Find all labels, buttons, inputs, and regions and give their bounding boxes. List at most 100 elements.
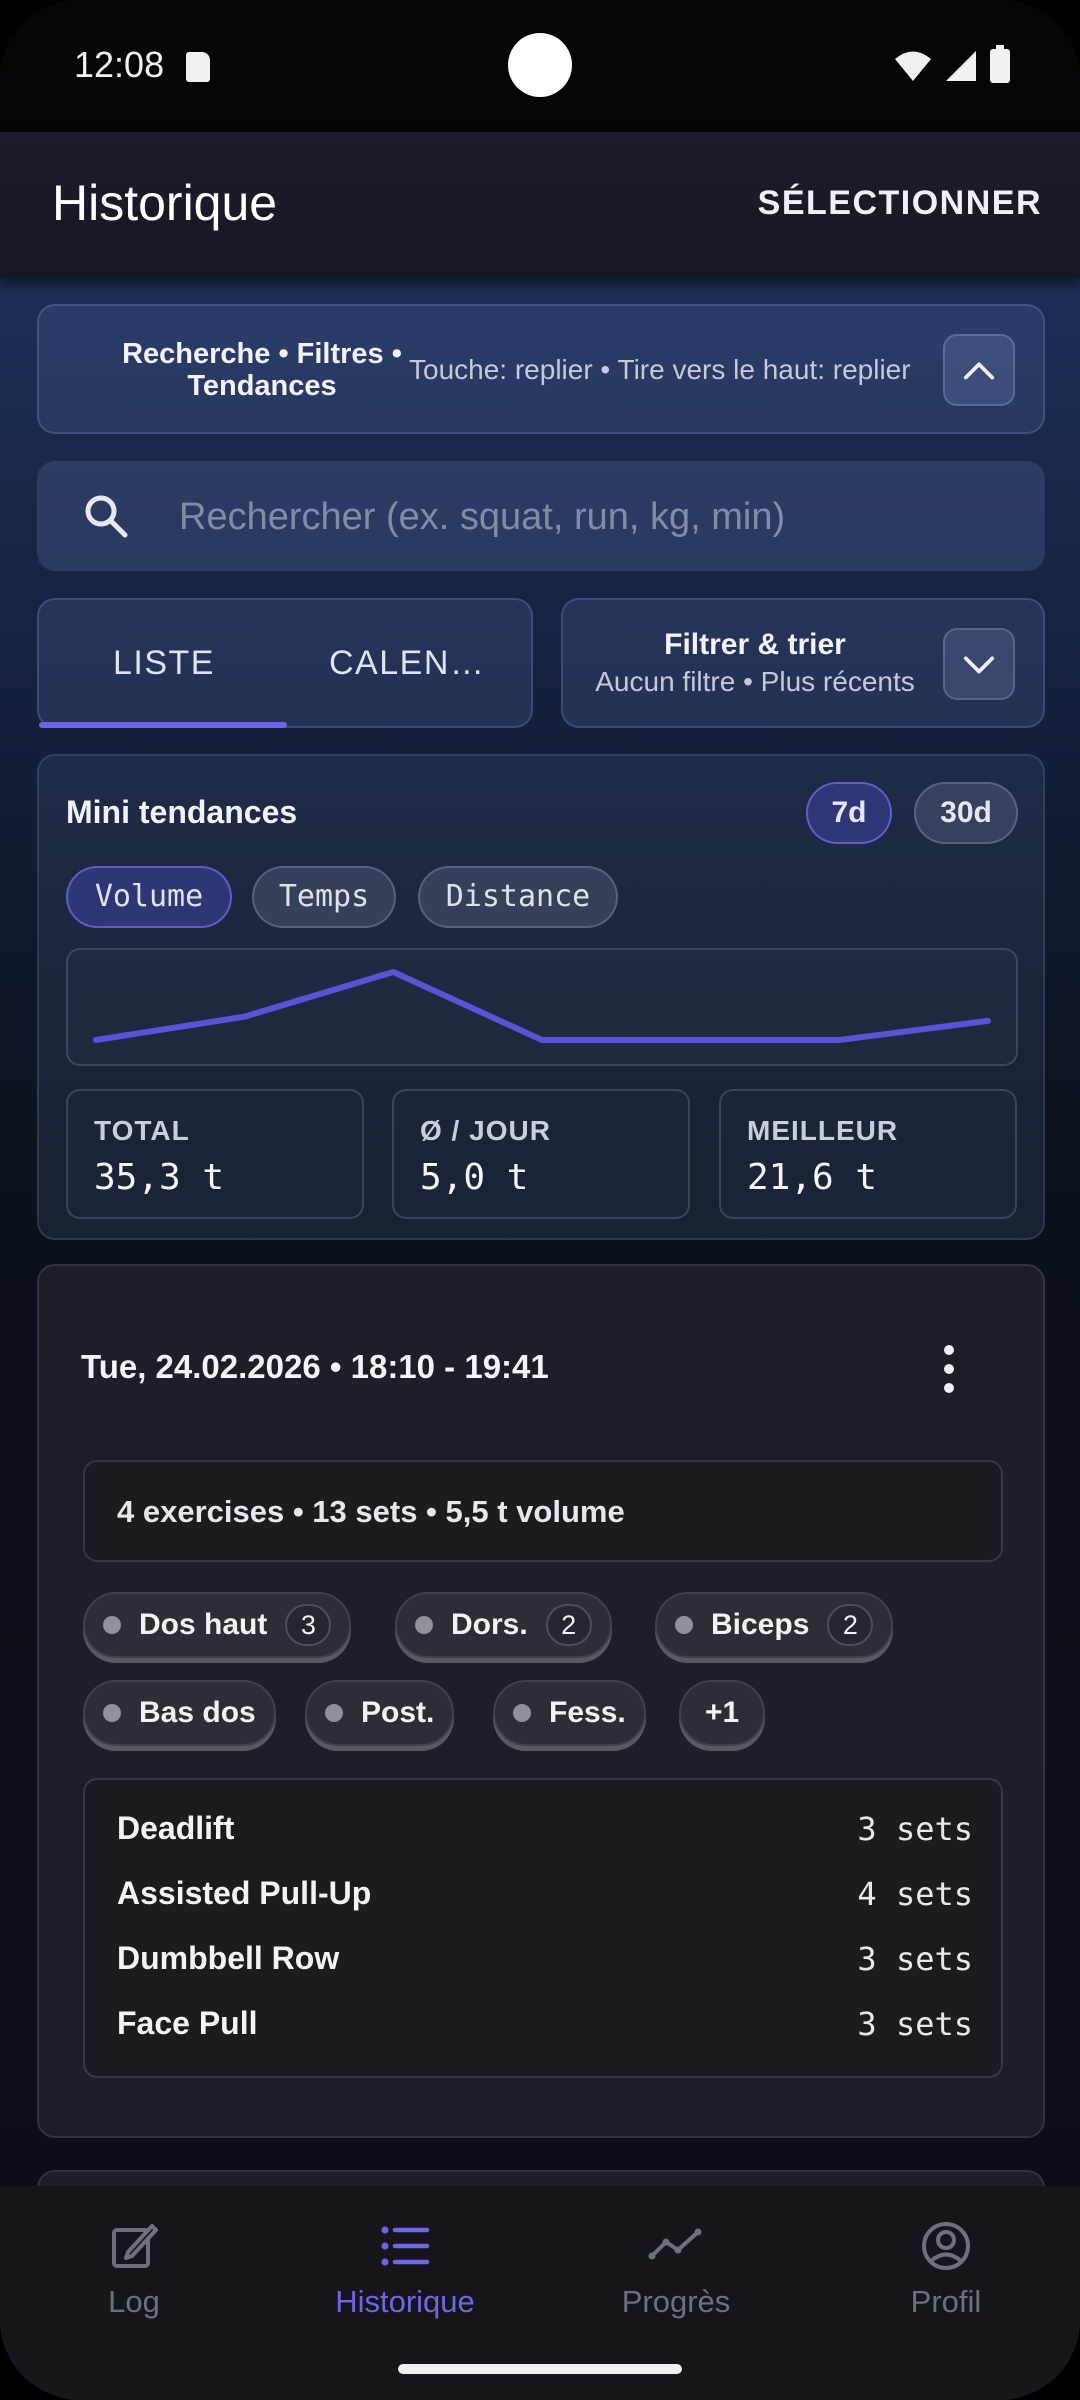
exercise-list: Deadlift 3 sets Assisted Pull-Up 4 sets … bbox=[83, 1778, 1003, 2078]
filter-summary: Aucun filtre • Plus récents bbox=[595, 666, 915, 697]
chip-count: 2 bbox=[545, 1604, 592, 1646]
muscle-chip-lower-back[interactable]: Bas dos bbox=[83, 1680, 276, 1746]
exercise-sets: 3 sets bbox=[857, 1810, 973, 1848]
chip-count: 3 bbox=[285, 1604, 332, 1646]
status-time: 12:08 bbox=[74, 44, 165, 85]
workout-summary: 4 exercises • 13 sets • 5,5 t volume bbox=[83, 1460, 1003, 1562]
list-item: Face Pull 3 sets bbox=[117, 2005, 973, 2055]
page-title: Historique bbox=[52, 175, 278, 231]
edit-icon bbox=[112, 2224, 158, 2268]
chip-dot bbox=[415, 1616, 433, 1634]
phone-screen: 12:08 Historique SÉLECTIONNER Recherche … bbox=[0, 0, 1080, 2400]
collapse-toggle-button[interactable] bbox=[943, 334, 1015, 406]
chip-label: Post. bbox=[361, 1696, 435, 1729]
stat-total-value: 35,3 t bbox=[94, 1157, 225, 1198]
chip-label: Dors. bbox=[451, 1608, 528, 1641]
trends-title: Mini tendances bbox=[66, 794, 298, 830]
chip-count: 2 bbox=[827, 1604, 874, 1646]
stat-daily-average: Ø / JOUR 5,0 t bbox=[392, 1089, 690, 1219]
stat-best-label: MEILLEUR bbox=[747, 1115, 899, 1146]
metric-volume-chip[interactable]: Volume bbox=[66, 866, 232, 928]
app-bar: Historique SÉLECTIONNER bbox=[0, 132, 1080, 278]
chevron-up-icon bbox=[963, 362, 995, 380]
more-muscles-chip[interactable]: +1 bbox=[679, 1680, 766, 1746]
view-tabs: LISTE CALEN… bbox=[37, 598, 533, 728]
workout-date: Tue, 24.02.2026 • 18:10 - 19:41 bbox=[81, 1348, 549, 1385]
chip-dot bbox=[103, 1704, 121, 1722]
nav-progress[interactable]: Progrès bbox=[576, 2218, 776, 2320]
chip-dot bbox=[103, 1616, 121, 1634]
nav-profile[interactable]: Profil bbox=[846, 2218, 1046, 2320]
nav-log[interactable]: Log bbox=[34, 2218, 234, 2320]
trend-sparkline bbox=[66, 948, 1018, 1066]
list-icon bbox=[381, 2226, 430, 2266]
mini-trends-card: Mini tendances 7d 30d Volume Temps Dista… bbox=[37, 754, 1045, 1240]
search-input[interactable] bbox=[179, 489, 999, 545]
list-item: Dumbbell Row 3 sets bbox=[117, 1940, 973, 1990]
nav-label: Profil bbox=[910, 2284, 982, 2319]
list-item: Deadlift 3 sets bbox=[117, 1810, 973, 1860]
search-filter-panel-header[interactable]: Recherche • Filtres • Tendances Touche: … bbox=[37, 304, 1045, 434]
exercise-sets: 3 sets bbox=[857, 2005, 973, 2043]
chip-label: Biceps bbox=[711, 1608, 810, 1641]
select-button[interactable]: SÉLECTIONNER bbox=[758, 184, 1042, 223]
chevron-down-icon bbox=[963, 656, 995, 674]
muscle-chip-lats[interactable]: Dors. 2 bbox=[395, 1592, 612, 1658]
chip-label: Bas dos bbox=[139, 1696, 256, 1729]
system-icons bbox=[894, 45, 1010, 86]
sparkline-chart bbox=[93, 969, 991, 1043]
chip-label: +1 bbox=[705, 1696, 740, 1729]
tab-calendar[interactable]: CALEN… bbox=[329, 644, 485, 683]
stat-best-value: 21,6 t bbox=[747, 1157, 878, 1198]
nav-label: Historique bbox=[335, 2284, 475, 2319]
filter-title: Filtrer & trier bbox=[664, 628, 846, 661]
stat-total-label: TOTAL bbox=[94, 1115, 190, 1146]
chip-dot bbox=[513, 1704, 531, 1722]
signal-icon bbox=[946, 51, 976, 81]
metric-distance-chip[interactable]: Distance bbox=[418, 866, 618, 928]
list-item: Assisted Pull-Up 4 sets bbox=[117, 1875, 973, 1925]
exercise-name: Dumbbell Row bbox=[117, 1940, 340, 1976]
stat-total: TOTAL 35,3 t bbox=[66, 1089, 364, 1219]
exercise-name: Deadlift bbox=[117, 1810, 235, 1846]
profile-icon bbox=[922, 2222, 970, 2270]
chip-label: Dos haut bbox=[139, 1608, 268, 1641]
status-bar: 12:08 bbox=[0, 0, 1080, 132]
battery-icon bbox=[990, 45, 1010, 83]
panel-title: Recherche • Filtres • Tendances bbox=[69, 338, 455, 402]
nav-history[interactable]: Historique bbox=[305, 2218, 505, 2320]
muscle-chip-upper-back[interactable]: Dos haut 3 bbox=[83, 1592, 352, 1658]
nav-label: Log bbox=[108, 2284, 160, 2319]
wifi-icon bbox=[895, 51, 931, 81]
stat-average-label: Ø / JOUR bbox=[420, 1115, 551, 1146]
chip-dot bbox=[325, 1704, 343, 1722]
tab-list[interactable]: LISTE bbox=[113, 644, 215, 683]
metric-time-chip[interactable]: Temps bbox=[252, 866, 396, 928]
chip-dot bbox=[675, 1616, 693, 1634]
sparkline-line bbox=[93, 969, 991, 1043]
panel-title-line1: Recherche • Filtres • bbox=[122, 338, 402, 370]
range-7d-chip[interactable]: 7d bbox=[806, 782, 892, 844]
exercise-name: Assisted Pull-Up bbox=[117, 1875, 372, 1911]
exercise-name: Face Pull bbox=[117, 2005, 258, 2041]
nav-label: Progrès bbox=[621, 2284, 731, 2319]
more-options-icon[interactable] bbox=[941, 1342, 957, 1398]
filter-sort-card[interactable]: Filtrer & trier Aucun filtre • Plus réce… bbox=[561, 598, 1045, 728]
stat-average-value: 5,0 t bbox=[420, 1157, 529, 1198]
muscle-chip-biceps[interactable]: Biceps 2 bbox=[655, 1592, 894, 1658]
muscle-chip-rear-delts[interactable]: Post. bbox=[305, 1680, 455, 1746]
active-tab-indicator bbox=[39, 722, 287, 728]
range-30d-chip[interactable]: 30d bbox=[914, 782, 1018, 844]
chip-label: Fess. bbox=[549, 1696, 626, 1729]
sd-card-icon bbox=[186, 52, 210, 82]
muscle-chip-glutes[interactable]: Fess. bbox=[493, 1680, 646, 1746]
camera-cutout bbox=[508, 33, 572, 97]
workout-summary-text: 4 exercises • 13 sets • 5,5 t volume bbox=[117, 1494, 625, 1529]
panel-hint: Touche: replier • Tire vers le haut: rep… bbox=[409, 354, 911, 385]
search-bar[interactable] bbox=[37, 461, 1045, 571]
search-icon bbox=[85, 495, 128, 538]
exercise-sets: 3 sets bbox=[857, 1940, 973, 1978]
filter-expand-button[interactable] bbox=[943, 628, 1015, 700]
home-indicator[interactable] bbox=[398, 2364, 682, 2374]
workout-card[interactable]: Tue, 24.02.2026 • 18:10 - 19:41 4 exerci… bbox=[37, 1264, 1045, 2138]
